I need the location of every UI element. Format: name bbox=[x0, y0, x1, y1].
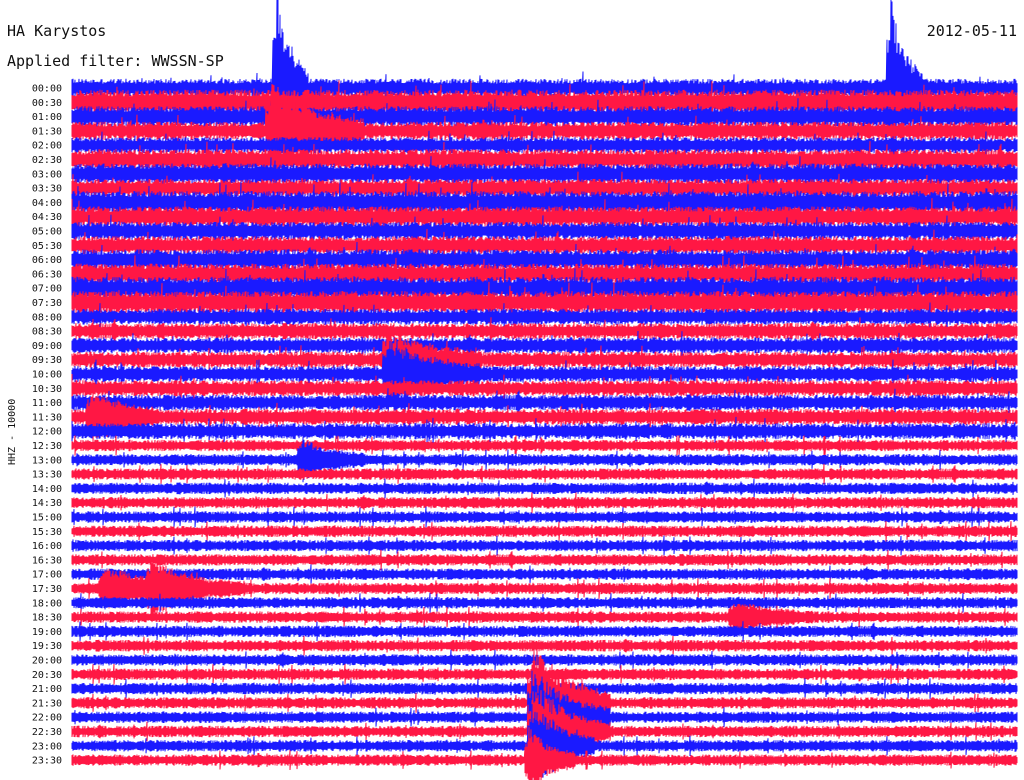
time-tick-label: 06:00 bbox=[32, 255, 62, 266]
time-tick-label: 23:00 bbox=[32, 741, 62, 752]
seismic-trace-1930 bbox=[71, 635, 1018, 656]
time-tick-label: 19:30 bbox=[32, 641, 62, 652]
channel-label: HHZ - 10000 bbox=[7, 399, 18, 465]
time-tick-label: 01:00 bbox=[32, 112, 62, 123]
time-tick-label: 02:30 bbox=[32, 155, 62, 166]
seismic-trace-1900 bbox=[71, 621, 1018, 642]
time-tick-label: 07:00 bbox=[32, 284, 62, 295]
time-tick-label: 14:30 bbox=[32, 498, 62, 509]
seismic-traces bbox=[71, 0, 1018, 780]
helicorder-chart: HA Karystos 2012-05-11 Applied filter: W… bbox=[7, 0, 1018, 780]
time-tick-label: 06:30 bbox=[32, 269, 62, 280]
date-label: 2012-05-11 bbox=[927, 22, 1017, 40]
seismic-trace-1730 bbox=[71, 558, 1018, 619]
time-tick-label: 03:00 bbox=[32, 169, 62, 180]
seismic-trace-1500 bbox=[71, 506, 1018, 528]
time-tick-label: 18:30 bbox=[32, 613, 62, 624]
station-name: HA Karystos bbox=[7, 22, 106, 40]
time-tick-label: 16:30 bbox=[32, 555, 62, 566]
time-tick-label: 21:30 bbox=[32, 698, 62, 709]
time-tick-label: 04:00 bbox=[32, 198, 62, 209]
time-tick-label: 15:30 bbox=[32, 527, 62, 538]
seismic-trace-1330 bbox=[71, 463, 1018, 485]
time-tick-label: 09:00 bbox=[32, 341, 62, 352]
time-tick-label: 15:00 bbox=[32, 513, 62, 524]
time-tick-label: 21:00 bbox=[32, 684, 62, 695]
time-tick-label: 11:00 bbox=[32, 398, 62, 409]
time-tick-label: 08:00 bbox=[32, 312, 62, 323]
filter-label: Applied filter: WWSSN-SP bbox=[7, 52, 224, 70]
time-tick-label: 20:30 bbox=[32, 670, 62, 681]
time-tick-label: 12:30 bbox=[32, 441, 62, 452]
time-tick-label: 07:30 bbox=[32, 298, 62, 309]
time-tick-label: 22:00 bbox=[32, 713, 62, 724]
time-tick-label: 20:00 bbox=[32, 656, 62, 667]
time-tick-label: 14:00 bbox=[32, 484, 62, 495]
time-tick-label: 02:00 bbox=[32, 141, 62, 152]
seismic-trace-1630 bbox=[71, 549, 1018, 571]
time-tick-label: 17:00 bbox=[32, 570, 62, 581]
time-tick-label: 05:30 bbox=[32, 241, 62, 252]
time-tick-label: 12:00 bbox=[32, 427, 62, 438]
time-tick-label: 05:00 bbox=[32, 227, 62, 238]
time-tick-label: 00:30 bbox=[32, 98, 62, 109]
seismic-trace-1600 bbox=[71, 535, 1018, 556]
time-tick-label: 03:30 bbox=[32, 184, 62, 195]
time-tick-label: 13:30 bbox=[32, 470, 62, 481]
time-tick-label: 11:30 bbox=[32, 412, 62, 423]
time-tick-labels: 00:00 00:30 01:00 01:30 02:00 02:30 03:00 03:30… bbox=[32, 84, 62, 767]
seismic-trace-1700 bbox=[71, 564, 1018, 585]
time-tick-label: 18:00 bbox=[32, 598, 62, 609]
time-tick-label: 01:30 bbox=[32, 126, 62, 137]
time-tick-label: 08:30 bbox=[32, 327, 62, 338]
time-tick-label: 19:00 bbox=[32, 627, 62, 638]
time-tick-label: 00:00 bbox=[32, 84, 62, 95]
time-tick-label: 13:00 bbox=[32, 455, 62, 466]
time-tick-label: 04:30 bbox=[32, 212, 62, 223]
time-tick-label: 23:30 bbox=[32, 756, 62, 767]
time-tick-label: 16:00 bbox=[32, 541, 62, 552]
time-tick-label: 22:30 bbox=[32, 727, 62, 738]
seismic-trace-1530 bbox=[71, 520, 1018, 542]
time-tick-label: 09:30 bbox=[32, 355, 62, 366]
time-tick-label: 10:00 bbox=[32, 370, 62, 381]
time-tick-label: 17:30 bbox=[32, 584, 62, 595]
seismic-trace-1800 bbox=[71, 592, 1018, 613]
seismic-trace-1430 bbox=[71, 492, 1018, 514]
time-tick-label: 10:30 bbox=[32, 384, 62, 395]
